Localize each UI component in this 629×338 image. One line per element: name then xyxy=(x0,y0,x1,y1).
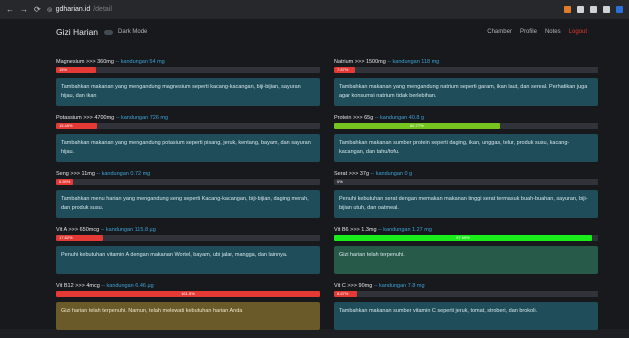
dark-mode-label: Dark Mode xyxy=(118,29,148,35)
window-icon[interactable] xyxy=(603,6,610,13)
nutrient-label: Serat >>> 37g -- kandungan 0 g xyxy=(334,170,598,178)
nutrient-card: Serat >>> 37g -- kandungan 0 g 0% Penuhi k… xyxy=(334,170,598,226)
nutrient-target: Potassium >>> 4700mg xyxy=(56,115,115,121)
nutrient-target: Magnesium >>> 360mg xyxy=(56,59,114,65)
address-bar[interactable]: ⊚ gdharian.id/detail xyxy=(47,6,112,14)
advice-box: Gizi harian telah terpenuhi. xyxy=(334,246,598,274)
nutrient-card: Vit B12 >>> 4mcg -- kandungan 6.46 µg 161… xyxy=(56,282,320,338)
nutrient-intake: -- kandungan 726 mg xyxy=(115,115,169,121)
progress-fill: 15.45% xyxy=(56,123,97,129)
nutrient-intake: -- kandungan 1.27 mg xyxy=(378,227,432,233)
extension-icon[interactable] xyxy=(564,6,571,13)
nav-notes[interactable]: Notes xyxy=(545,29,561,35)
nav-logout[interactable]: Logout xyxy=(569,29,587,35)
nutrient-card: Vit C >>> 90mg -- kandungan 7.8 mg 8.67% T… xyxy=(334,282,598,338)
nutrient-target: Vit B6 >>> 1.3mg xyxy=(334,227,377,233)
progress-fill: 97.69% xyxy=(334,235,592,241)
nutrient-intake: -- kandungan 118 mg xyxy=(387,59,440,65)
advice-box: Penuhi kebutuhan vitamin A dengan makana… xyxy=(56,246,320,274)
progress-fill: 7.87% xyxy=(334,67,355,73)
page: Gizi Harian Dark Mode Chamber Profile No… xyxy=(0,19,629,330)
nutrient-target: Serat >>> 37g xyxy=(334,171,370,177)
nutrient-label: Natrium >>> 1500mg -- kandungan 118 mg xyxy=(334,58,598,66)
top-navbar: Gizi Harian Dark Mode Chamber Profile No… xyxy=(0,19,629,45)
progress-fill: 15% xyxy=(56,67,96,73)
nutrient-label: Vit C >>> 90mg -- kandungan 7.8 mg xyxy=(334,282,598,290)
nav-profile[interactable]: Profile xyxy=(520,29,537,35)
progress-bar: 0% xyxy=(334,179,598,185)
advice-box: Tambahkan makanan yang mengandung potasi… xyxy=(56,134,320,162)
progress-fill: 0% xyxy=(337,179,343,184)
progress-fill: 6.55% xyxy=(56,179,74,185)
nav-chamber[interactable]: Chamber xyxy=(487,29,512,35)
progress-fill: 62.77% xyxy=(334,123,500,129)
nutrient-grid: Magnesium >>> 360mg -- kandungan 54 mg 15… xyxy=(56,58,598,338)
nutrient-card: Seng >>> 11mg -- kandungan 0.72 mg 6.55% T… xyxy=(56,170,320,226)
brand-title[interactable]: Gizi Harian xyxy=(56,27,98,37)
progress-bar: 15.45% xyxy=(56,123,320,129)
nutrient-target: Vit C >>> 90mg xyxy=(334,283,373,289)
address-path: /detail xyxy=(93,6,112,13)
advice-box: Tambahkan menu harian yang mengandung se… xyxy=(56,190,320,218)
nutrient-target: Vit A >>> 650mcg xyxy=(56,227,100,233)
progress-bar: 62.77% xyxy=(334,123,598,129)
nutrient-card: Magnesium >>> 360mg -- kandungan 54 mg 15… xyxy=(56,58,320,114)
puzzle-icon[interactable] xyxy=(590,6,597,13)
browser-toolbar: ← → ⟳ ⊚ gdharian.id/detail xyxy=(0,0,629,19)
advice-box: Penuhi kebutuhan serat dengan memakan ma… xyxy=(334,190,598,218)
advice-box: Tambahkan makanan sumber protein seperti… xyxy=(334,134,598,162)
advice-box: Tambahkan makanan yang mengandung natriu… xyxy=(334,78,598,106)
progress-fill: 17.82% xyxy=(56,235,104,241)
progress-bar: 15% xyxy=(56,67,320,73)
forward-icon[interactable]: → xyxy=(20,5,28,14)
nutrient-intake: -- kandungan 0.72 mg xyxy=(96,171,151,177)
dark-mode-toggle[interactable] xyxy=(104,29,114,35)
nutrient-target: Protein >>> 65g xyxy=(334,115,374,121)
nutrient-intake: -- kandungan 115.8 µg xyxy=(100,227,156,233)
nutrient-label: Vit B6 >>> 1.3mg -- kandungan 1.27 mg xyxy=(334,226,598,234)
nutrient-card: Potassium >>> 4700mg -- kandungan 726 mg… xyxy=(56,114,320,170)
progress-fill: 161.5% xyxy=(56,291,320,297)
address-host: gdharian.id xyxy=(55,6,91,13)
profile-icon[interactable] xyxy=(616,6,623,13)
nutrient-card: Vit A >>> 650mcg -- kandungan 115.8 µg 17… xyxy=(56,226,320,282)
progress-bar: 161.5% xyxy=(56,291,320,297)
progress-fill: 8.67% xyxy=(334,291,357,297)
nutrient-intake: -- kandungan 0 g xyxy=(370,171,413,177)
progress-bar: 17.82% xyxy=(56,235,320,241)
site-info-icon[interactable]: ⊚ xyxy=(47,6,53,14)
nutrient-intake: -- kandungan 7.8 mg xyxy=(373,283,425,289)
progress-bar: 97.69% xyxy=(334,235,598,241)
nutrient-intake: -- kandungan 54 mg xyxy=(115,59,165,65)
nutrient-label: Magnesium >>> 360mg -- kandungan 54 mg xyxy=(56,58,320,66)
nutrient-target: Seng >>> 11mg xyxy=(56,171,95,177)
advice-box: Gizi harian telah terpenuhi. Namun, tela… xyxy=(56,302,320,330)
nutrient-target: Vit B12 >>> 4mcg xyxy=(56,283,100,289)
progress-bar: 6.55% xyxy=(56,179,320,185)
nutrient-card: Protein >>> 65g -- kandungan 40.8 g 62.77… xyxy=(334,114,598,170)
nutrient-card: Vit B6 >>> 1.3mg -- kandungan 1.27 mg 97.… xyxy=(334,226,598,282)
reload-icon[interactable]: ⟳ xyxy=(34,5,41,14)
progress-bar: 8.67% xyxy=(334,291,598,297)
nutrient-intake: -- kandungan 6.46 µg xyxy=(101,283,154,289)
nutrient-label: Protein >>> 65g -- kandungan 40.8 g xyxy=(334,114,598,122)
nutrient-target: Natrium >>> 1500mg xyxy=(334,59,386,65)
advice-box: Tambahkan makanan yang mengandung magnes… xyxy=(56,78,320,106)
extension-icon[interactable] xyxy=(577,6,584,13)
advice-box: Tambahkan makanan sumber vitamin C seper… xyxy=(334,302,598,330)
nutrient-card: Natrium >>> 1500mg -- kandungan 118 mg 7.… xyxy=(334,58,598,114)
nutrient-label: Vit B12 >>> 4mcg -- kandungan 6.46 µg xyxy=(56,282,320,290)
nutrient-label: Seng >>> 11mg -- kandungan 0.72 mg xyxy=(56,170,320,178)
back-icon[interactable]: ← xyxy=(6,5,14,14)
nutrient-label: Vit A >>> 650mcg -- kandungan 115.8 µg xyxy=(56,226,320,234)
nutrient-label: Potassium >>> 4700mg -- kandungan 726 mg xyxy=(56,114,320,122)
nutrient-intake: -- kandungan 40.8 g xyxy=(374,115,425,121)
progress-bar: 7.87% xyxy=(334,67,598,73)
